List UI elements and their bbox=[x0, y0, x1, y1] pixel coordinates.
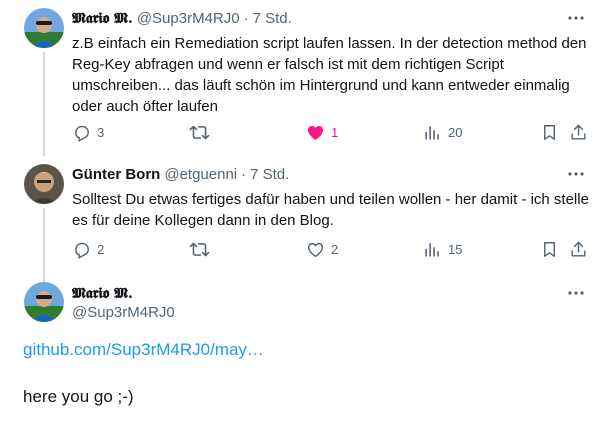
action-bar: 3 1 20 bbox=[72, 121, 592, 143]
repost-button[interactable] bbox=[189, 238, 216, 260]
repost-icon bbox=[189, 240, 210, 259]
views-button[interactable]: 20 bbox=[423, 121, 462, 143]
more-icon[interactable] bbox=[566, 283, 586, 303]
share-icon[interactable] bbox=[569, 238, 588, 260]
user-handle[interactable]: @etguenni bbox=[164, 166, 237, 183]
like-count: 2 bbox=[331, 241, 339, 257]
reply-button[interactable]: 2 bbox=[72, 238, 104, 260]
reply-count: 2 bbox=[97, 241, 105, 257]
thread-line bbox=[43, 208, 45, 282]
more-icon[interactable] bbox=[566, 8, 586, 28]
display-name[interactable]: Günter Born bbox=[72, 166, 160, 183]
display-name[interactable]: 𝕸𝖆𝖗𝖎𝖔 𝕸. bbox=[72, 284, 133, 302]
action-bar: 2 2 15 bbox=[72, 238, 592, 260]
avatar[interactable] bbox=[24, 8, 64, 48]
tweet-1[interactable]: 𝕸𝖆𝖗𝖎𝖔 𝕸. @Sup3rM4RJ0 · 7 Std. z.B einfac… bbox=[0, 0, 608, 156]
bookmark-icon[interactable] bbox=[540, 121, 559, 143]
like-button[interactable]: 2 bbox=[306, 238, 338, 260]
user-handle[interactable]: @Sup3rM4RJ0 bbox=[137, 10, 240, 27]
reply-icon bbox=[72, 123, 91, 142]
like-count: 1 bbox=[331, 124, 339, 140]
tweet-text: z.B einfach ein Remediation script laufe… bbox=[72, 35, 587, 115]
tweet-2[interactable]: Günter Born @etguenni · 7 Std. Solltest … bbox=[0, 156, 608, 282]
bookmark-icon[interactable] bbox=[540, 238, 559, 260]
user-handle[interactable]: @Sup3rM4RJ0 bbox=[72, 304, 175, 321]
share-icon[interactable] bbox=[569, 121, 588, 143]
reply-count: 3 bbox=[97, 124, 105, 140]
repost-button[interactable] bbox=[189, 121, 216, 143]
display-name[interactable]: 𝕸𝖆𝖗𝖎𝖔 𝕸. bbox=[72, 9, 133, 27]
views-count: 15 bbox=[448, 241, 463, 257]
views-icon bbox=[423, 123, 442, 142]
separator-dot: · bbox=[243, 9, 249, 27]
separator-dot: · bbox=[241, 165, 247, 183]
heart-icon bbox=[306, 123, 325, 142]
more-icon[interactable] bbox=[566, 164, 586, 184]
avatar[interactable] bbox=[24, 282, 64, 322]
tweet-header: Günter Born @etguenni · 7 Std. bbox=[72, 164, 289, 184]
reply-button[interactable]: 3 bbox=[72, 121, 104, 143]
views-icon bbox=[423, 240, 442, 259]
tweet-text: Solltest Du etwas fertiges dafür haben u… bbox=[72, 191, 589, 229]
timestamp[interactable]: 7 Std. bbox=[253, 10, 292, 27]
reply-icon bbox=[72, 240, 91, 259]
tweet-text: here you go ;-) bbox=[23, 387, 134, 406]
github-link[interactable]: github.com/Sup3rM4RJ0/may… bbox=[23, 340, 264, 360]
tweet-header: 𝕸𝖆𝖗𝖎𝖔 𝕸. @Sup3rM4RJ0 · 7 Std. bbox=[72, 8, 292, 28]
timestamp[interactable]: 7 Std. bbox=[250, 166, 289, 183]
views-count: 20 bbox=[448, 124, 463, 140]
views-button[interactable]: 15 bbox=[423, 238, 462, 260]
avatar[interactable] bbox=[24, 164, 64, 204]
thread-line bbox=[43, 52, 45, 156]
heart-icon bbox=[306, 240, 325, 259]
like-button[interactable]: 1 bbox=[306, 121, 338, 143]
tweet-header: 𝕸𝖆𝖗𝖎𝖔 𝕸. bbox=[72, 283, 133, 303]
tweet-3[interactable]: 𝕸𝖆𝖗𝖎𝖔 𝕸. @Sup3rM4RJ0 github.com/Sup3rM4R… bbox=[0, 280, 608, 421]
repost-icon bbox=[189, 123, 210, 142]
handle-row: @Sup3rM4RJ0 bbox=[72, 302, 175, 322]
